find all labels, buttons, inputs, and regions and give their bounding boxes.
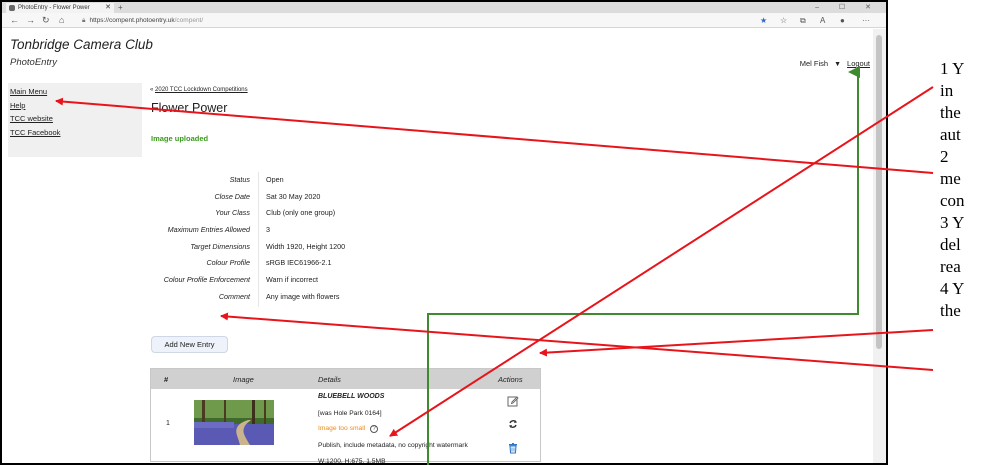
header-number: # bbox=[164, 375, 169, 384]
replace-icon[interactable] bbox=[507, 418, 519, 430]
entry-warning: Image too small? bbox=[318, 425, 379, 433]
forward-icon[interactable]: → bbox=[26, 13, 35, 28]
detail-label: Maximum Entries Allowed bbox=[167, 225, 250, 235]
detail-label: Close Date bbox=[214, 191, 250, 201]
entry-publish-options: Publish, include metadata, no copyright … bbox=[318, 442, 468, 449]
more-menu-icon[interactable]: ··· bbox=[862, 13, 870, 28]
upload-success-message: Image uploaded bbox=[151, 134, 209, 143]
breadcrumb-prefix: « bbox=[150, 87, 154, 93]
browser-window: PhotoEntry - Flower Power ✕ + – ☐ ✕ ← → … bbox=[0, 0, 888, 465]
detail-label: Colour Profile Enforcement bbox=[163, 275, 250, 285]
scrollbar-thumb[interactable] bbox=[876, 35, 882, 349]
detail-value: Open bbox=[266, 175, 284, 184]
step-text: 4 Y bbox=[940, 279, 965, 298]
entry-number: 1 bbox=[166, 420, 170, 427]
user-area: Mel Fish ▼ Logout bbox=[800, 59, 870, 68]
help-icon[interactable]: ? bbox=[370, 425, 379, 433]
table-row: 1 BLUEBELL WOODS [was Hole Park 0164] Im… bbox=[151, 389, 540, 463]
entry-dimensions: W:1200, H:675, 1.5MB bbox=[318, 458, 386, 465]
sidebar-item-help[interactable]: Help bbox=[8, 101, 142, 115]
url-field[interactable]: 🔒︎ https://compent.photoentry.uk/compent/ bbox=[82, 15, 742, 26]
refresh-icon[interactable]: ↻ bbox=[42, 13, 50, 28]
step-text: con bbox=[940, 191, 965, 210]
detail-value: Warn if incorrect bbox=[266, 275, 319, 285]
table-header: # Image Details Actions bbox=[151, 369, 540, 389]
new-tab-icon[interactable]: + bbox=[118, 2, 123, 13]
camera-favicon-icon bbox=[9, 5, 15, 11]
address-bar: ← → ↻ ⌂ 🔒︎ https://compent.photoentry.uk/… bbox=[2, 13, 886, 28]
step-text: 1 Y bbox=[940, 59, 965, 78]
step-text: me bbox=[940, 169, 961, 188]
close-tab-icon[interactable]: ✕ bbox=[105, 3, 111, 13]
header-image: Image bbox=[233, 375, 254, 384]
url-path: /compent/ bbox=[174, 17, 204, 24]
detail-label: Comment bbox=[218, 291, 250, 301]
detail-value: Sat 30 May 2020 bbox=[266, 191, 321, 201]
browser-tab[interactable]: PhotoEntry - Flower Power ✕ bbox=[6, 3, 114, 13]
header-details: Details bbox=[318, 375, 341, 384]
sidebar: Main Menu Help TCC website TCC Facebook bbox=[8, 83, 142, 157]
warning-text: Image too small bbox=[318, 425, 366, 432]
favorite-star-icon[interactable]: ★ bbox=[760, 13, 767, 28]
detail-label: Colour Profile bbox=[206, 258, 250, 268]
delete-icon[interactable] bbox=[507, 442, 519, 454]
detail-value: 3 bbox=[266, 225, 270, 235]
step-text: in bbox=[940, 81, 954, 100]
step-text: 3 Y bbox=[940, 213, 965, 232]
step-text: 2 bbox=[940, 147, 949, 166]
step-text: del bbox=[940, 235, 961, 254]
detail-value: sRGB IEC61966-2.1 bbox=[266, 258, 332, 268]
sidebar-item-main-menu[interactable]: Main Menu bbox=[8, 87, 142, 101]
lock-icon: 🔒︎ bbox=[82, 17, 86, 24]
detail-label: Status bbox=[229, 175, 250, 184]
club-title: Tonbridge Camera Club bbox=[10, 37, 153, 52]
details-divider bbox=[258, 172, 259, 307]
edit-icon[interactable] bbox=[507, 395, 519, 407]
detail-value: Any image with flowers bbox=[266, 291, 340, 301]
page-title: Flower Power bbox=[151, 101, 228, 115]
detail-value: Club (only one group) bbox=[266, 208, 336, 218]
instruction-steps: 1 Y in the aut 2 me con 3 Y del rea 4 Y … bbox=[940, 58, 984, 322]
read-aloud-icon[interactable]: A bbox=[820, 13, 825, 28]
chevron-down-icon[interactable]: ▼ bbox=[834, 61, 841, 68]
page-scrollbar[interactable] bbox=[873, 29, 886, 463]
main-content: « 2020 TCC Lockdown Competitions Flower … bbox=[150, 83, 872, 463]
tab-title: PhotoEntry - Flower Power bbox=[18, 5, 90, 11]
url-host: https://compent.photoentry.uk bbox=[89, 17, 175, 24]
favorites-icon[interactable]: ☆ bbox=[780, 13, 787, 28]
step-text: the bbox=[940, 103, 961, 122]
step-text: aut bbox=[940, 125, 961, 144]
breadcrumb: « 2020 TCC Lockdown Competitions bbox=[150, 87, 248, 93]
detail-label: Target Dimensions bbox=[190, 241, 250, 251]
web-page: Tonbridge Camera Club PhotoEntry Mel Fis… bbox=[2, 29, 886, 463]
header-actions: Actions bbox=[498, 375, 523, 384]
profile-icon[interactable]: ● bbox=[840, 13, 845, 28]
add-new-entry-button[interactable]: Add New Entry bbox=[151, 336, 228, 353]
step-text: the bbox=[940, 301, 961, 320]
entries-table: # Image Details Actions 1 BLUEBELL WOODS… bbox=[150, 368, 541, 463]
site-name: PhotoEntry bbox=[10, 57, 57, 68]
detail-value: Width 1920, Height 1200 bbox=[266, 241, 346, 251]
entry-source: [was Hole Park 0164] bbox=[318, 410, 382, 417]
user-menu[interactable]: Mel Fish bbox=[800, 59, 828, 68]
entry-thumbnail[interactable] bbox=[194, 400, 274, 445]
collections-icon[interactable]: ⧉ bbox=[800, 13, 806, 28]
logout-link[interactable]: Logout bbox=[847, 59, 870, 68]
sidebar-item-tcc-website[interactable]: TCC website bbox=[8, 114, 142, 128]
sidebar-item-tcc-facebook[interactable]: TCC Facebook bbox=[8, 128, 142, 142]
home-icon[interactable]: ⌂ bbox=[59, 13, 64, 28]
breadcrumb-link[interactable]: 2020 TCC Lockdown Competitions bbox=[155, 87, 248, 93]
back-icon[interactable]: ← bbox=[10, 13, 19, 28]
tab-strip: PhotoEntry - Flower Power ✕ + – ☐ ✕ bbox=[2, 2, 886, 13]
detail-label: Your Class bbox=[215, 208, 250, 218]
window-controls[interactable]: – ☐ ✕ bbox=[815, 2, 880, 13]
entry-title: BLUEBELL WOODS bbox=[318, 393, 385, 400]
step-text: rea bbox=[940, 257, 961, 276]
